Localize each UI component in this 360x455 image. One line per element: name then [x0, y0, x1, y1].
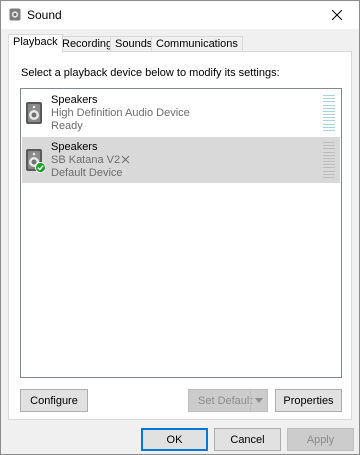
set-default-dropdown[interactable]	[250, 390, 267, 411]
ok-button[interactable]: OK	[141, 428, 208, 451]
device-description: High Definition Audio Device	[51, 107, 190, 119]
device-name: Speakers	[51, 141, 98, 153]
tab-recording[interactable]: Recording	[57, 36, 118, 52]
speaker-icon	[26, 102, 42, 124]
configure-button[interactable]: Configure	[20, 389, 88, 412]
instruction-text: Select a playback device below to modify…	[21, 67, 280, 79]
device-list[interactable]: Speakers High Definition Audio Device Re…	[20, 88, 342, 378]
device-name: Speakers	[51, 94, 98, 106]
device-status: Ready	[51, 120, 83, 132]
device-text: Speakers SB Katana V2 Default Device	[51, 141, 130, 180]
cancel-button[interactable]: Cancel	[214, 428, 281, 451]
volume-meter	[323, 95, 335, 131]
volume-meter	[323, 142, 335, 178]
tab-playback[interactable]: Playback	[8, 34, 63, 53]
device-text: Speakers High Definition Audio Device Re…	[51, 94, 190, 133]
device-item-sb-katana[interactable]: Speakers SB Katana V2 Default Device	[22, 137, 340, 183]
device-description: SB Katana V2	[51, 154, 130, 167]
close-button[interactable]	[315, 1, 359, 29]
default-device-check-icon	[35, 162, 46, 173]
playback-panel: Select a playback device below to modify…	[8, 51, 352, 420]
window-title: Sound	[27, 8, 62, 22]
cursor-x-icon	[121, 155, 130, 164]
tab-communications[interactable]: Communications	[151, 36, 243, 52]
title-bar: Sound	[1, 1, 359, 29]
close-icon	[332, 10, 342, 20]
properties-button[interactable]: Properties	[275, 389, 342, 412]
apply-button[interactable]: Apply	[287, 428, 354, 451]
set-default-label: Set Default	[198, 394, 253, 407]
sound-dialog: Sound Playback Recording Sounds Communic…	[0, 0, 360, 455]
speaker-app-icon	[9, 8, 21, 21]
device-status: Default Device	[51, 167, 123, 179]
device-item-hd-audio[interactable]: Speakers High Definition Audio Device Re…	[22, 90, 340, 136]
set-default-split-button[interactable]: Set Default	[188, 389, 268, 412]
tab-strip: Playback Recording Sounds Communications	[8, 34, 352, 53]
chevron-down-icon	[255, 398, 263, 403]
